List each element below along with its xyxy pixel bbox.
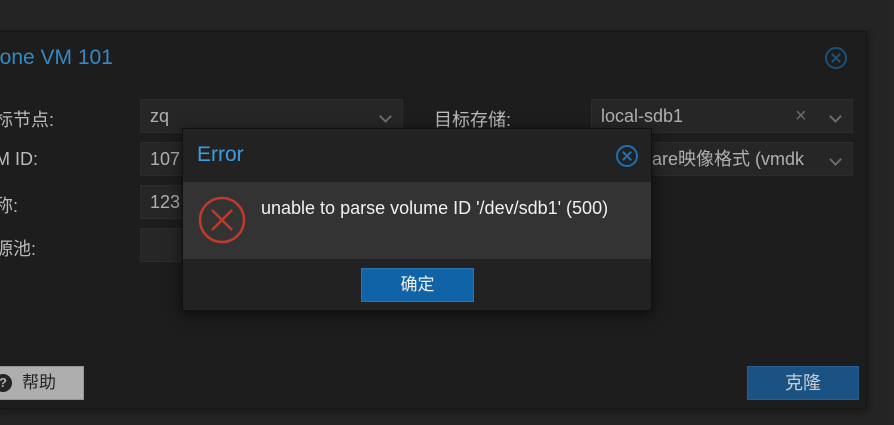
error-icon [198, 196, 246, 244]
error-dialog-body: unable to parse volume ID '/dev/sdb1' (5… [183, 182, 651, 259]
close-icon[interactable] [616, 145, 638, 167]
ok-button[interactable]: 确定 [361, 268, 474, 302]
error-dialog: Error unable to parse volume ID '/dev/sd… [182, 128, 652, 311]
error-message: unable to parse volume ID '/dev/sdb1' (5… [261, 198, 609, 218]
error-dialog-title: Error [197, 143, 244, 166]
